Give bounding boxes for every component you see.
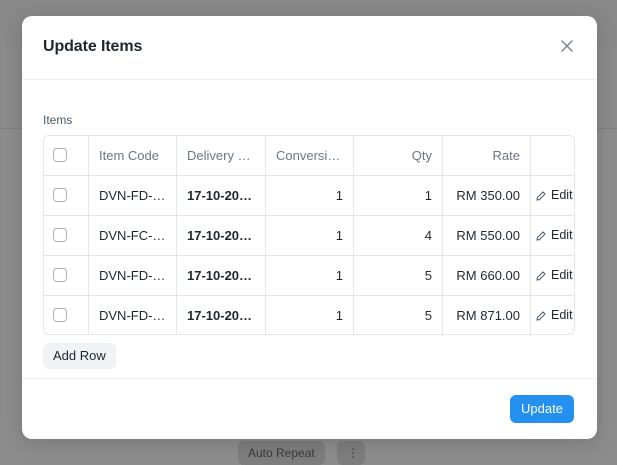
update-button[interactable]: Update <box>510 395 574 423</box>
table-header-row: Item Code Delivery … Conversi… Qty Rate <box>44 136 574 176</box>
row-select-cell <box>44 256 89 295</box>
rate-cell[interactable]: RM 550.00 <box>443 216 531 255</box>
item-code-cell[interactable]: DVN-FC-… <box>89 216 177 255</box>
row-checkbox[interactable] <box>53 308 67 322</box>
pencil-icon <box>536 270 546 281</box>
table-row[interactable]: DVN-FD-… 17-10-20… 1 5 RM 871.00 Edit <box>44 296 574 334</box>
select-all-checkbox[interactable] <box>53 148 67 162</box>
background-more-button: ⋮ <box>337 441 365 465</box>
edit-label: Edit <box>551 268 573 282</box>
column-header-delivery-date[interactable]: Delivery … <box>177 136 266 175</box>
row-select-cell <box>44 216 89 255</box>
column-header-rate[interactable]: Rate <box>443 136 531 175</box>
row-checkbox[interactable] <box>53 188 67 202</box>
close-icon <box>561 40 573 52</box>
dialog-header: Update Items <box>22 16 597 80</box>
delivery-date-cell[interactable]: 17-10-20… <box>177 176 266 215</box>
qty-cell[interactable]: 1 <box>354 176 443 215</box>
items-label: Items <box>43 113 73 127</box>
row-checkbox[interactable] <box>53 268 67 282</box>
items-table: Item Code Delivery … Conversi… Qty Rate … <box>43 135 575 335</box>
qty-cell[interactable]: 5 <box>354 256 443 295</box>
column-header-actions <box>531 136 574 175</box>
dialog-body: Items Item Code Delivery … Conversi… Qty… <box>22 80 597 378</box>
table-row[interactable]: DVN-FD-… 17-10-20… 1 1 RM 350.00 Edit <box>44 176 574 216</box>
edit-label: Edit <box>551 308 573 322</box>
conversion-factor-cell[interactable]: 1 <box>266 176 354 215</box>
row-select-cell <box>44 296 89 334</box>
edit-row-button[interactable]: Edit <box>531 216 574 255</box>
pencil-icon <box>536 230 546 241</box>
conversion-factor-cell[interactable]: 1 <box>266 256 354 295</box>
item-code-cell[interactable]: DVN-FD-… <box>89 296 177 334</box>
column-header-qty[interactable]: Qty <box>354 136 443 175</box>
rate-cell[interactable]: RM 871.00 <box>443 296 531 334</box>
close-button[interactable] <box>557 36 577 56</box>
delivery-date-cell[interactable]: 17-10-20… <box>177 296 266 334</box>
rate-cell[interactable]: RM 350.00 <box>443 176 531 215</box>
dialog-footer: Update <box>22 378 597 439</box>
column-header-item-code[interactable]: Item Code <box>89 136 177 175</box>
table-row[interactable]: DVN-FD-… 17-10-20… 1 5 RM 660.00 Edit <box>44 256 574 296</box>
dialog-title: Update Items <box>43 38 143 55</box>
conversion-factor-cell[interactable]: 1 <box>266 296 354 334</box>
table-row[interactable]: DVN-FC-… 17-10-20… 1 4 RM 550.00 Edit <box>44 216 574 256</box>
background-auto-repeat-button: Auto Repeat <box>238 441 325 465</box>
row-checkbox[interactable] <box>53 228 67 242</box>
row-select-cell <box>44 176 89 215</box>
delivery-date-cell[interactable]: 17-10-20… <box>177 216 266 255</box>
update-items-dialog: Update Items Items Item Code Delivery … … <box>22 16 597 439</box>
pencil-icon <box>536 310 546 321</box>
add-row-button[interactable]: Add Row <box>43 343 116 369</box>
qty-cell[interactable]: 4 <box>354 216 443 255</box>
edit-label: Edit <box>551 188 573 202</box>
column-header-conversion-factor[interactable]: Conversi… <box>266 136 354 175</box>
item-code-cell[interactable]: DVN-FD-… <box>89 256 177 295</box>
edit-label: Edit <box>551 228 573 242</box>
edit-row-button[interactable]: Edit <box>531 176 574 215</box>
conversion-factor-cell[interactable]: 1 <box>266 216 354 255</box>
rate-cell[interactable]: RM 660.00 <box>443 256 531 295</box>
qty-cell[interactable]: 5 <box>354 296 443 334</box>
pencil-icon <box>536 190 546 201</box>
edit-row-button[interactable]: Edit <box>531 256 574 295</box>
item-code-cell[interactable]: DVN-FD-… <box>89 176 177 215</box>
edit-row-button[interactable]: Edit <box>531 296 574 334</box>
select-all-cell <box>44 136 89 175</box>
delivery-date-cell[interactable]: 17-10-20… <box>177 256 266 295</box>
